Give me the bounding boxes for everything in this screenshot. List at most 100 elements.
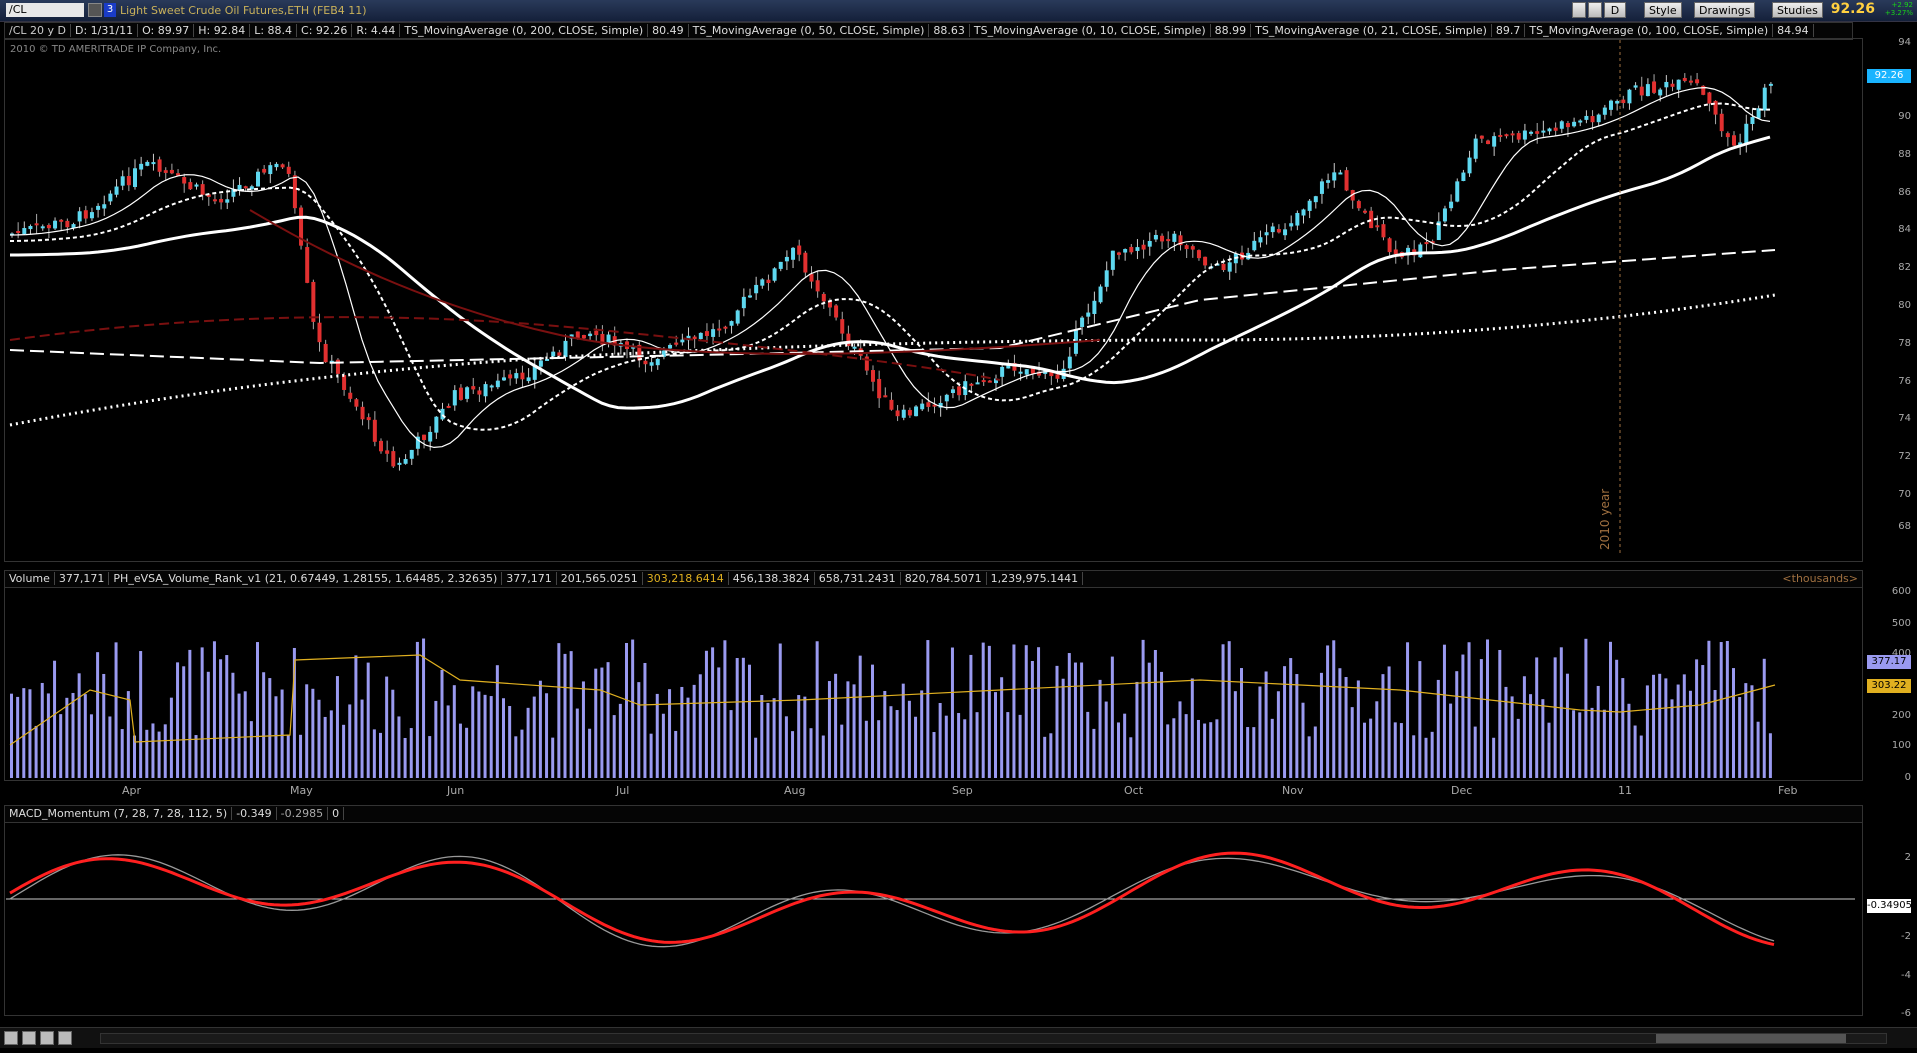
candle-body <box>1344 170 1349 191</box>
volume-bar <box>1018 714 1022 778</box>
candle-body <box>1559 121 1564 129</box>
candle-body <box>1688 80 1693 83</box>
volume-bar <box>612 715 616 778</box>
candle-body <box>581 334 586 339</box>
volume-bar <box>1418 661 1422 778</box>
candle-body <box>1621 99 1626 104</box>
volume-bar <box>231 672 235 778</box>
volume-bar <box>827 681 831 778</box>
candle-body <box>748 295 752 298</box>
volume-bar <box>1080 662 1084 778</box>
candle-body <box>741 296 746 309</box>
volume-bar <box>409 728 413 778</box>
candle-body <box>1024 369 1029 375</box>
candle-body <box>1098 286 1103 303</box>
candle-body <box>243 186 248 189</box>
candle-body <box>772 268 777 281</box>
volume-bar <box>581 681 585 778</box>
candle-body <box>1172 233 1177 242</box>
volume-bar <box>1123 713 1127 778</box>
candle-body <box>1639 86 1644 96</box>
volume-bar <box>305 684 309 778</box>
volume-bar <box>661 713 665 778</box>
volume-bar <box>1701 665 1705 778</box>
candle-body <box>139 163 144 170</box>
candle-body <box>1018 371 1023 374</box>
chart-canvas[interactable] <box>0 0 1917 1053</box>
volume-bar <box>1504 686 1508 778</box>
candle-body <box>1676 79 1681 90</box>
candle-body <box>1609 100 1613 110</box>
volume-bar <box>907 700 911 778</box>
candle-body <box>834 305 839 318</box>
volume-bar <box>606 662 610 778</box>
candle-body <box>157 159 162 172</box>
volume-bar <box>139 651 143 778</box>
candle-body <box>1166 239 1171 242</box>
grid-icon[interactable] <box>4 1031 18 1045</box>
volume-bar <box>1104 701 1108 778</box>
candle-body <box>1584 115 1589 120</box>
candle-body <box>1080 317 1085 327</box>
candle-body <box>649 362 654 366</box>
candle-body <box>1486 140 1490 145</box>
candle-body <box>1147 240 1152 247</box>
candle-body <box>575 331 580 338</box>
settings-icon[interactable] <box>40 1031 54 1045</box>
candle-body <box>655 358 660 366</box>
candle-body <box>212 199 217 202</box>
volume-bar <box>643 662 647 778</box>
candle-body <box>292 175 297 209</box>
volume-bar <box>557 643 561 778</box>
volume-bar <box>1658 673 1662 778</box>
volume-bar <box>1295 674 1299 778</box>
volume-bar <box>797 695 801 778</box>
volume-bar <box>803 696 807 778</box>
candle-body <box>950 389 955 394</box>
volume-bar <box>415 641 419 778</box>
volume-bar <box>360 699 364 778</box>
candle-body <box>59 219 64 222</box>
volume-bar <box>1738 697 1742 778</box>
share-icon[interactable] <box>58 1031 72 1045</box>
time-scrollbar[interactable] <box>100 1033 1887 1044</box>
candle-body <box>907 409 912 416</box>
volume-bar <box>1590 707 1594 778</box>
volume-bar <box>16 696 20 778</box>
volume-bar <box>212 641 216 778</box>
volume-bar <box>1215 719 1219 778</box>
volume-bar <box>169 697 173 778</box>
volume-bar <box>981 642 985 778</box>
zoom-icon[interactable] <box>22 1031 36 1045</box>
candle-body <box>1695 79 1700 84</box>
volume-bar <box>754 737 758 778</box>
candle-body <box>698 332 703 340</box>
candle-body <box>901 409 906 418</box>
volume-bar <box>1350 707 1354 778</box>
volume-bar <box>944 715 948 778</box>
candle-body <box>1326 180 1331 183</box>
candle-body <box>163 170 168 173</box>
volume-bar <box>846 681 850 778</box>
volume-bar <box>354 655 358 778</box>
scroll-thumb[interactable] <box>1656 1034 1846 1043</box>
candle-body <box>28 226 33 230</box>
volume-bar <box>1572 710 1576 778</box>
volume-bar <box>969 654 973 778</box>
candle-body <box>711 329 716 337</box>
volume-bar <box>268 678 272 778</box>
candle-body <box>1264 232 1269 236</box>
candle-body <box>1332 172 1337 181</box>
volume-bar <box>1301 702 1305 778</box>
volume-bar <box>1135 681 1139 778</box>
volume-bar <box>1442 644 1446 778</box>
volume-bar <box>1762 658 1766 778</box>
volume-bar <box>526 707 530 778</box>
candle-body <box>926 402 931 407</box>
volume-bar <box>877 720 881 778</box>
volume-bar <box>163 724 167 778</box>
candle-body <box>1762 87 1767 111</box>
volume-bar <box>1725 640 1729 778</box>
volume-bar <box>649 733 653 778</box>
volume-bar <box>926 640 930 778</box>
